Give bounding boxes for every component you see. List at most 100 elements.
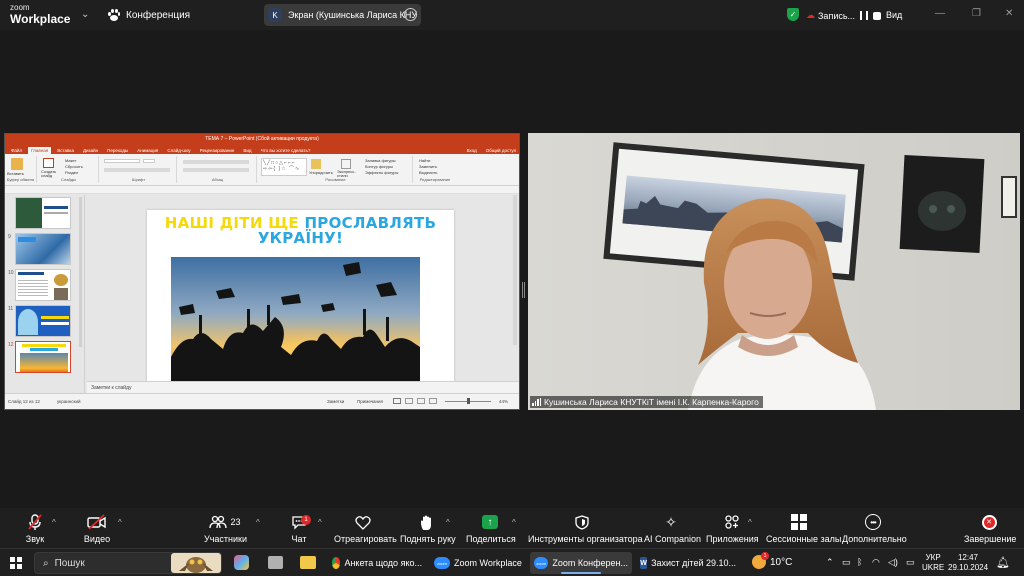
ppt-share[interactable]: Общий доступ	[483, 147, 519, 154]
align-buttons[interactable]	[183, 168, 249, 172]
minimize-icon[interactable]: —	[935, 8, 945, 19]
bluetooth-icon[interactable]: ᛒ	[857, 557, 862, 567]
new-slide-icon[interactable]	[43, 158, 54, 168]
breakout-rooms-button[interactable]: Сессионные залы	[766, 512, 841, 546]
chevron-down-icon[interactable]: ⌄	[81, 9, 89, 20]
participants-chevron-icon[interactable]: ^	[256, 518, 260, 527]
audio-button[interactable]: Звук	[20, 512, 50, 546]
close-icon[interactable]: ✕	[1005, 8, 1013, 19]
participant-video-tile[interactable]: Кушинська Лариса КНУТКіТ імені І.К. Карп…	[528, 133, 1020, 410]
section-button[interactable]: Раздел	[65, 170, 78, 175]
font-format-buttons[interactable]	[104, 168, 170, 172]
tray-overflow-icon[interactable]: ⌃	[826, 557, 834, 568]
slide-thumbnail[interactable]	[15, 305, 71, 337]
share-screen-button[interactable]: ↑ Поделиться	[466, 512, 516, 546]
font-size-field[interactable]	[143, 159, 155, 163]
file-explorer-icon[interactable]	[300, 556, 316, 569]
ppt-tab[interactable]: Анимация	[134, 147, 161, 154]
battery-icon[interactable]: ▭	[906, 557, 915, 568]
windows-start-icon[interactable]	[10, 557, 22, 569]
host-tools-button[interactable]: Инструменты организатора	[528, 512, 643, 546]
taskbar-search[interactable]: ⌕ Пошук	[34, 552, 222, 574]
slideshow-view-icon[interactable]	[429, 398, 437, 404]
ai-companion-button[interactable]: ✧ AI Companion	[644, 512, 701, 546]
zoom-logo: zoom Workplace	[10, 4, 70, 26]
reset-button[interactable]: Сбросить	[65, 164, 83, 169]
ppt-tab[interactable]: Файл	[8, 147, 25, 154]
raise-hand-chevron-icon[interactable]: ^	[446, 518, 450, 527]
ppt-tab[interactable]: Слайд-шоу	[164, 147, 193, 154]
end-meeting-button[interactable]: ✕ Завершение	[964, 512, 1016, 546]
list-buttons[interactable]	[183, 160, 249, 164]
taskbar-app-chrome[interactable]: Анкета щодо яко...	[328, 552, 426, 574]
ppt-tab[interactable]: Вставка	[54, 147, 77, 154]
apps-chevron-icon[interactable]: ^	[748, 518, 752, 527]
view-menu-button[interactable]: Вид	[886, 10, 902, 20]
taskbar-app-word[interactable]: W Захист дітей 29.10...	[636, 552, 740, 574]
video-options-chevron-icon[interactable]: ^	[118, 518, 122, 527]
split-view-handle[interactable]	[522, 282, 525, 298]
chat-chevron-icon[interactable]: ^	[318, 518, 322, 527]
react-button[interactable]: Отреагировать	[334, 512, 397, 546]
notifications-icon[interactable]: 🔔︎	[996, 556, 1010, 569]
zoom-level[interactable]: 44%	[499, 399, 508, 404]
thumbs-scrollbar[interactable]	[79, 197, 82, 347]
participants-button[interactable]: 23 Участники	[204, 512, 247, 546]
volume-icon[interactable]: ◁)	[888, 557, 898, 568]
ppt-tab[interactable]: Рецензирование	[197, 147, 238, 154]
slide-scrollbar[interactable]	[513, 195, 517, 345]
select-button[interactable]: Выделить	[419, 170, 437, 175]
weather-widget[interactable]: 1 10°C	[752, 552, 792, 569]
security-shield-icon[interactable]: ✓	[787, 8, 799, 21]
ppt-tell-me[interactable]: Что вы хотите сделать?	[258, 147, 314, 154]
clock[interactable]: 12:47 29.10.2024	[948, 553, 988, 573]
quick-styles-icon[interactable]	[341, 159, 351, 169]
replace-button[interactable]: Заменить	[419, 164, 437, 169]
slide-thumbnail-selected[interactable]	[15, 341, 71, 373]
device-app-icon[interactable]	[268, 556, 283, 569]
more-options-icon[interactable]: ···	[404, 8, 417, 21]
zoom-slider-thumb[interactable]	[467, 398, 470, 404]
taskbar-app-zoom-meeting[interactable]: zoom Zoom Конферен...	[530, 552, 632, 574]
ppt-tab[interactable]: Переходы	[104, 147, 131, 154]
slide-thumbnail[interactable]	[15, 233, 71, 265]
ppt-signin[interactable]: Вход	[464, 147, 480, 154]
pause-icon[interactable]	[860, 11, 869, 20]
current-slide[interactable]: НАШІ ДІТИ ЩЕ ПРОСЛАВЛЯТЬ УКРАЇНУ!	[147, 210, 454, 382]
reading-view-icon[interactable]	[417, 398, 425, 404]
more-button[interactable]: ••• Дополнительно	[842, 512, 907, 546]
paste-icon[interactable]	[11, 158, 23, 170]
shapes-gallery[interactable]: ╲╱□○△⌐⌐⌐ ⇨⇦{ }☆ ⌒∿	[261, 158, 307, 176]
slide-thumbnail[interactable]	[15, 197, 71, 229]
restore-icon[interactable]: ❐	[972, 8, 981, 19]
ppt-tab[interactable]: Дизайн	[80, 147, 101, 154]
ppt-tab[interactable]: Вид	[240, 147, 254, 154]
screen-share-indicator[interactable]: K Экран (Кушинська Лариса КНУ ···	[264, 4, 421, 26]
normal-view-icon[interactable]	[393, 398, 401, 404]
audio-options-chevron-icon[interactable]: ^	[52, 518, 56, 527]
video-button[interactable]: Видео	[82, 512, 112, 546]
status-notes-button[interactable]: Заметки	[327, 399, 344, 404]
status-language[interactable]: украинский	[57, 399, 80, 404]
recording-indicator[interactable]: ☁ Запись...	[806, 10, 882, 21]
notes-pane[interactable]: Заметки к слайду	[87, 381, 519, 393]
stop-icon[interactable]	[873, 11, 882, 20]
find-button[interactable]: Найти	[419, 158, 430, 163]
font-name-field[interactable]	[104, 159, 140, 163]
slide-thumbnail[interactable]	[15, 269, 71, 301]
language-indicator[interactable]: УКР UKRE	[922, 553, 944, 573]
meeting-info-button[interactable]: Конференция	[108, 9, 190, 21]
wifi-icon[interactable]: ◠	[872, 557, 880, 568]
copilot-icon[interactable]	[234, 555, 249, 570]
arrange-icon[interactable]	[311, 159, 321, 169]
layout-button[interactable]: Макет	[65, 158, 76, 163]
shape-fill-button[interactable]: Заливка фигуры	[365, 158, 396, 163]
shape-effects-button[interactable]: Эффекты фигуры	[365, 170, 398, 175]
share-chevron-icon[interactable]: ^	[512, 518, 516, 527]
sorter-view-icon[interactable]	[405, 398, 413, 404]
ppt-tab-active[interactable]: Главная	[28, 147, 52, 154]
shape-outline-button[interactable]: Контур фигуры	[365, 164, 393, 169]
taskbar-app-zoom-workplace[interactable]: zoom Zoom Workplace	[430, 552, 526, 574]
app-tray-icon[interactable]: ▭	[842, 557, 851, 568]
status-comments-button[interactable]: Примечания	[357, 399, 383, 404]
